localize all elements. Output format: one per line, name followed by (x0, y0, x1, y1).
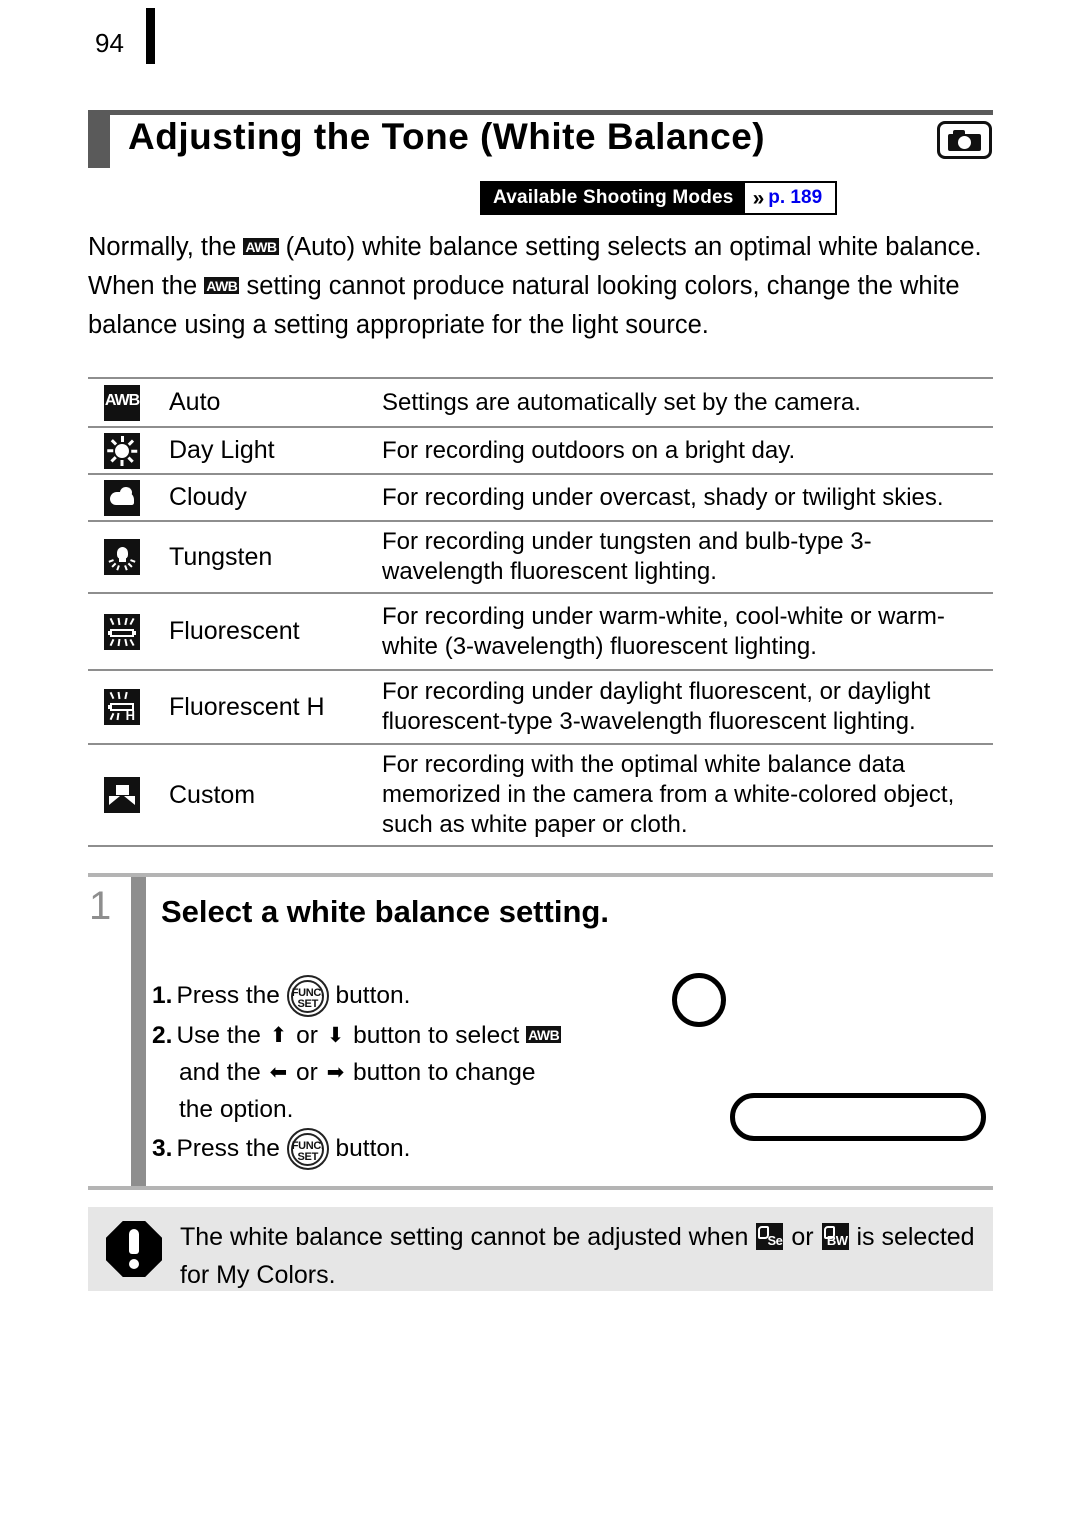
table-cell-description: For recording outdoors on a bright day. (382, 436, 796, 464)
sepia-icon: Se (756, 1223, 784, 1250)
table-cell-icon (88, 427, 156, 474)
warning-note: The white balance setting cannot be adju… (88, 1207, 993, 1291)
table-cell-name: Day Light (169, 436, 275, 464)
fluorescent-tube-icon (104, 613, 140, 650)
available-shooting-modes-label: Available Shooting Modes (482, 183, 745, 213)
custom-icon (104, 777, 140, 813)
table-cell-name: Tungsten (169, 542, 273, 571)
step-item-2-line3: the option. (179, 1096, 294, 1123)
step-item-1: 1. Press the FUNC. SET button. (152, 975, 672, 1017)
step-item-2-line2-b: or (289, 1059, 325, 1086)
table-cell-icon: H (88, 670, 156, 744)
sepia-icon-label: Se (767, 1233, 783, 1248)
table-cell-description: For recording under overcast, shady or t… (382, 483, 944, 511)
white-balance-table: AWB Auto Settings are automatically set … (88, 377, 993, 847)
awb-icon: AWB (526, 1026, 562, 1043)
arrow-right-icon: ➡ (326, 1061, 345, 1084)
func-set-bottom-label: SET (297, 998, 319, 1010)
page-number: 94 (95, 28, 124, 58)
intro-paragraph: Normally, the AWB (Auto) white balance s… (88, 228, 998, 345)
screen-outline-pill (730, 1093, 986, 1141)
step-item-3: 3. Press the FUNC. SET button. (152, 1128, 672, 1170)
section-title-block: Adjusting the Tone (White Balance) (88, 110, 993, 172)
step-item-2-line-1: 2. Use the ⬆ or ⬇ button to select AWB (152, 1017, 672, 1054)
button-outline-circle (672, 973, 726, 1027)
tungsten-bulb-icon (104, 539, 140, 575)
warning-note-text: The white balance setting cannot be adju… (180, 1218, 980, 1294)
step-item-2-text-a: Use the (176, 1022, 268, 1049)
arrow-down-icon: ⬇ (326, 1024, 345, 1047)
table-cell-icon (88, 744, 156, 846)
step-title: Select a white balance setting. (161, 894, 609, 929)
step-item-3-text-after: button. (328, 1135, 411, 1162)
intro-text-part1: Normally, the (88, 233, 244, 261)
table-cell-icon (88, 593, 156, 670)
daylight-sun-icon (104, 432, 140, 469)
available-shooting-modes-badge: Available Shooting Modes » p. 189 (480, 181, 838, 215)
step-block-bottom-rule (88, 1186, 993, 1190)
step-item-1-text-after: button. (328, 982, 411, 1009)
awb-icon: AWB (104, 384, 140, 421)
fluorescent-h-icon: H (104, 689, 140, 725)
camera-icon (937, 121, 992, 159)
table-row: Custom For recording with the optimal wh… (88, 744, 993, 846)
page-number-bar (146, 8, 155, 64)
step-item-3-number: 3. (152, 1135, 173, 1162)
double-chevron-right-icon: » (752, 186, 765, 210)
table-cell-description: Settings are automatically set by the ca… (382, 388, 861, 416)
func-set-button-icon: FUNC. SET (286, 975, 329, 1017)
table-cell-icon (88, 474, 156, 521)
warning-text-b: or (784, 1223, 821, 1251)
step-accent-bar (131, 877, 146, 1186)
table-cell-description: For recording under tungsten and bulb-ty… (382, 528, 872, 585)
awb-icon: AWB (204, 277, 240, 294)
black-white-icon: BW (821, 1223, 849, 1250)
page-header: 94 (0, 0, 1080, 90)
func-set-bottom-label: SET (297, 1151, 319, 1163)
step-item-2-number: 2. (152, 1022, 173, 1049)
func-set-button-icon: FUNC. SET (286, 1128, 329, 1170)
table-cell-name: Cloudy (169, 483, 247, 511)
step-item-2-line2-c: button to change (346, 1059, 536, 1086)
step-block-top-rule (88, 873, 993, 877)
table-row: H Fluorescent H For recording under dayl… (88, 670, 993, 744)
table-row: Fluorescent For recording under warm-whi… (88, 593, 993, 670)
awb-icon: AWB (243, 238, 279, 255)
table-row: Cloudy For recording under overcast, sha… (88, 474, 993, 521)
table-row: Day Light For recording outdoors on a br… (88, 427, 993, 474)
warning-exclamation-icon (106, 1221, 162, 1277)
table-cell-icon: AWB (88, 378, 156, 427)
step-item-2-text-c: button to select (346, 1022, 527, 1049)
step-item-1-number: 1. (152, 982, 173, 1009)
step-instruction-list: 1. Press the FUNC. SET button. 2. Use the ⬆… (152, 975, 672, 1170)
table-row: AWB Auto Settings are automatically set … (88, 378, 993, 427)
step-number: 1 (89, 884, 112, 928)
black-white-icon-label: BW (826, 1233, 848, 1248)
step-item-2-line-3: the option. (152, 1091, 672, 1128)
table-cell-name: Custom (169, 780, 256, 809)
table-cell-name: Fluorescent (169, 617, 300, 645)
camera-icon-lens (958, 136, 971, 149)
table-cell-name: Auto (169, 388, 221, 416)
table-cell-description: For recording under daylight fluorescent… (382, 678, 931, 735)
table-cell-description: For recording under warm-white, cool-whi… (382, 602, 945, 660)
title-accent-tab (88, 114, 110, 168)
shooting-modes-page-ref[interactable]: » p. 189 (744, 183, 836, 213)
step-item-3-text-before: Press the (176, 1135, 287, 1162)
step-item-2-line2-a: and the (179, 1059, 268, 1086)
page-title: Adjusting the Tone (White Balance) (128, 116, 766, 157)
step-item-1-text-before: Press the (176, 982, 287, 1009)
step-item-2-line-2: and the ⬅ or ➡ button to change (152, 1054, 672, 1091)
table-cell-name: Fluorescent H (169, 692, 325, 721)
page-reference-link[interactable]: p. 189 (768, 187, 822, 209)
step-item-2-text-b: or (289, 1022, 325, 1049)
arrow-left-icon: ⬅ (269, 1061, 288, 1084)
table-cell-description: For recording with the optimal white bal… (382, 751, 955, 838)
warning-text-a: The white balance setting cannot be adju… (180, 1223, 756, 1251)
arrow-up-icon: ⬆ (269, 1024, 288, 1047)
table-row: Tungsten For recording under tungsten an… (88, 521, 993, 593)
cloudy-cloud-icon (104, 479, 140, 516)
table-cell-icon (88, 521, 156, 593)
